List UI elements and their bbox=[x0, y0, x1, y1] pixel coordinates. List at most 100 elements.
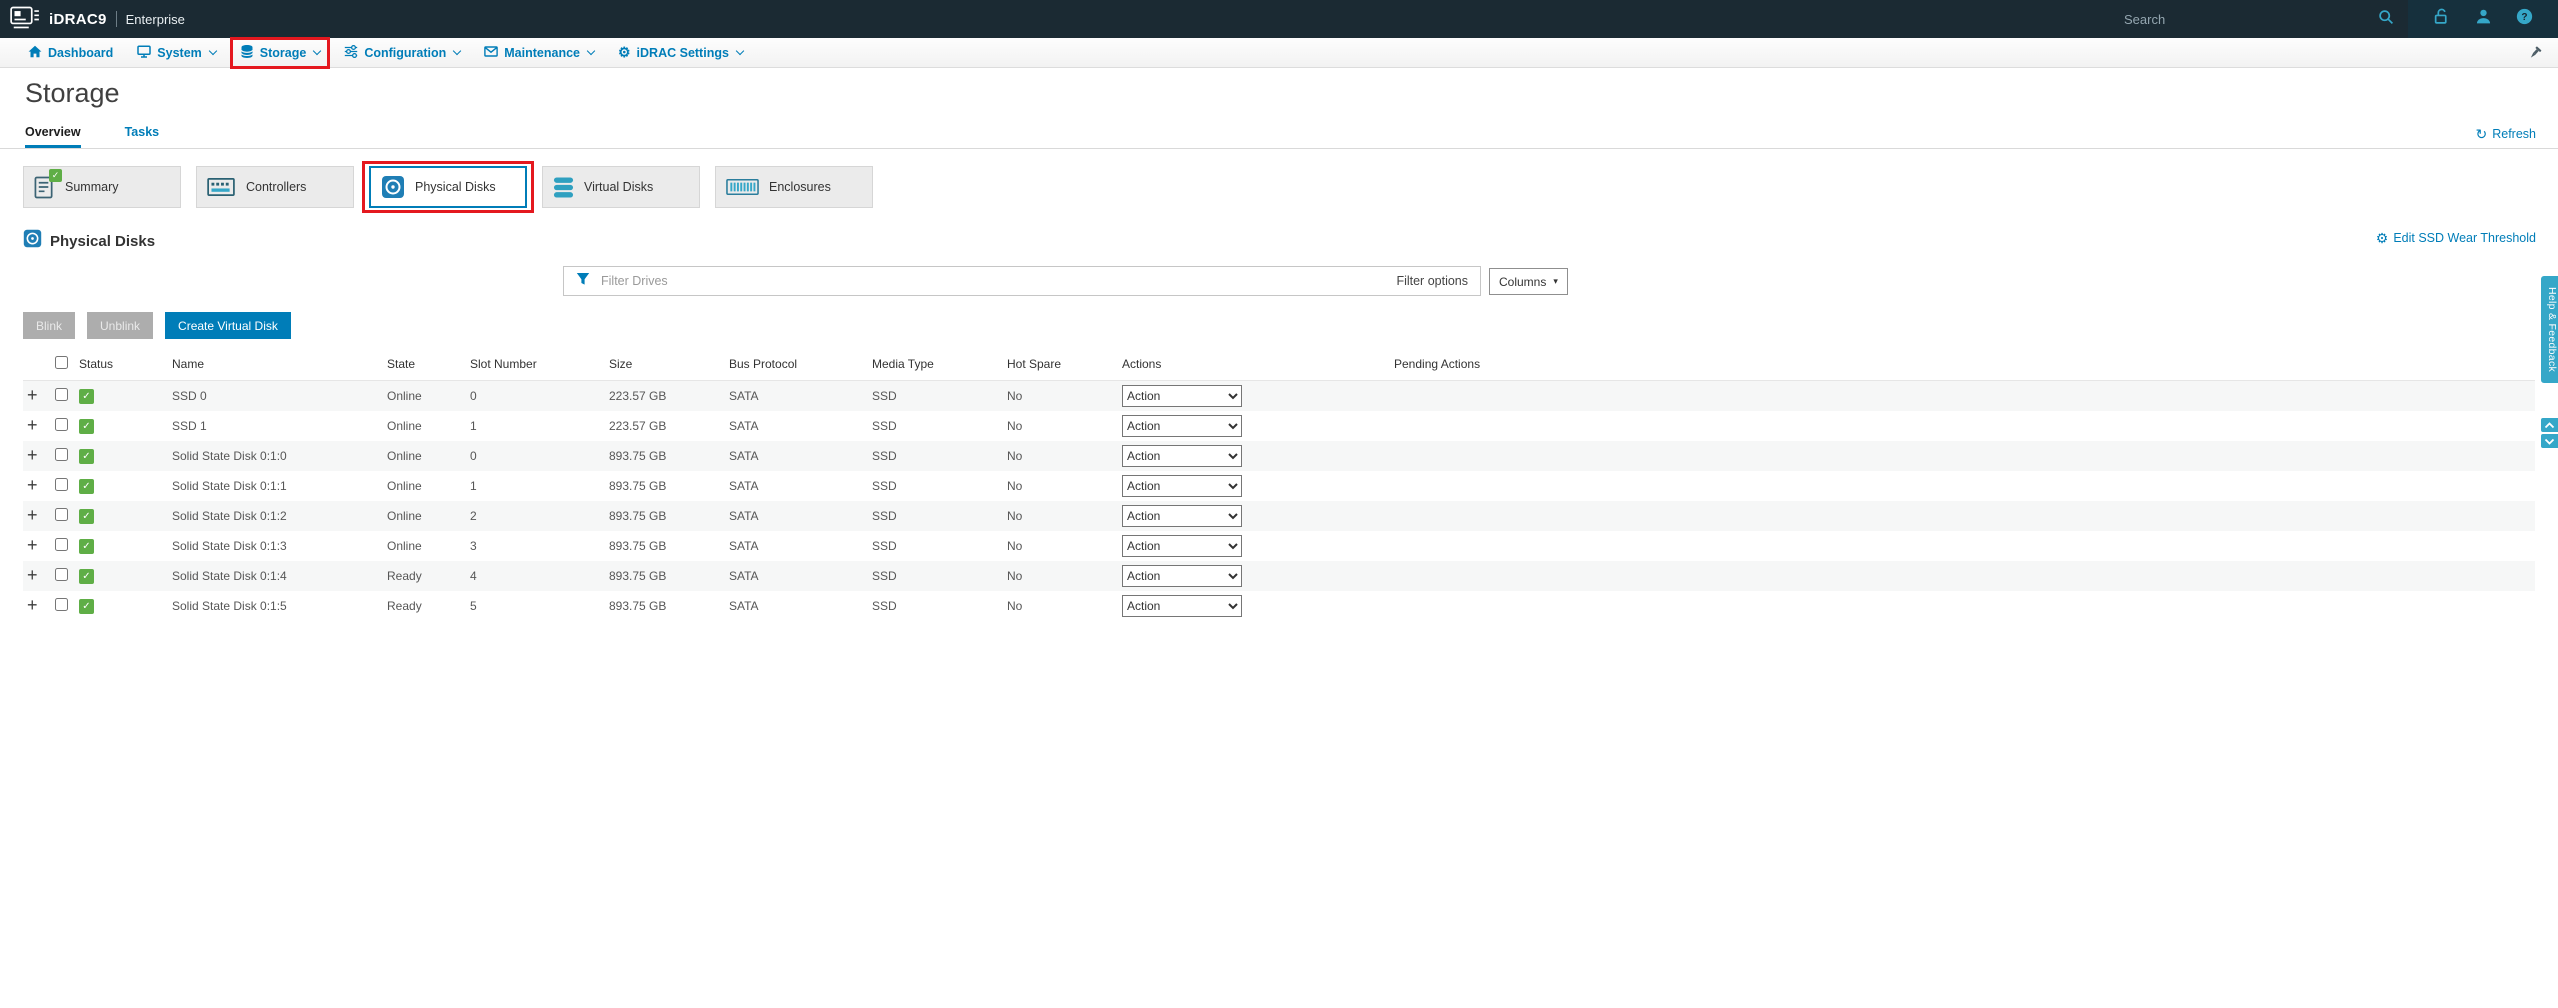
filter-options-link[interactable]: Filter options bbox=[1396, 274, 1468, 288]
card-controllers[interactable]: Controllers bbox=[196, 166, 354, 208]
create-virtual-disk-button[interactable]: Create Virtual Disk bbox=[165, 312, 291, 339]
row-action-select[interactable]: Action bbox=[1122, 535, 1242, 557]
disk-media-type: SSD bbox=[872, 569, 897, 583]
status-ok-icon: ✓ bbox=[79, 539, 94, 554]
refresh-button[interactable]: ↻ Refresh bbox=[2475, 127, 2536, 141]
status-ok-icon: ✓ bbox=[79, 509, 94, 524]
disk-slot-number: 1 bbox=[470, 479, 477, 493]
card-label: Controllers bbox=[246, 180, 307, 194]
row-checkbox[interactable] bbox=[55, 598, 68, 611]
nav-label: iDRAC Settings bbox=[636, 45, 729, 60]
row-checkbox[interactable] bbox=[55, 418, 68, 431]
scroll-down-button[interactable] bbox=[2541, 434, 2558, 448]
row-action-select[interactable]: Action bbox=[1122, 565, 1242, 587]
expand-row-icon[interactable]: + bbox=[27, 416, 38, 434]
edit-ssd-wear-threshold-link[interactable]: ⚙ Edit SSD Wear Threshold bbox=[2376, 231, 2536, 245]
topbar-icon-group: ? bbox=[2408, 0, 2558, 38]
row-checkbox[interactable] bbox=[55, 538, 68, 551]
nav-label: Dashboard bbox=[48, 45, 114, 60]
expand-row-icon[interactable]: + bbox=[27, 596, 38, 614]
search-icon[interactable] bbox=[2378, 9, 2394, 30]
nav-item-storage[interactable]: Storage bbox=[229, 36, 331, 69]
col-header-pending-actions: Pending Actions bbox=[1390, 349, 2535, 381]
col-header-name: Name bbox=[168, 349, 383, 381]
section-header: Physical Disks ⚙ Edit SSD Wear Threshold bbox=[23, 229, 2558, 253]
card-enclosures[interactable]: Enclosures bbox=[715, 166, 873, 208]
disk-hot-spare: No bbox=[1007, 539, 1023, 553]
search-input[interactable] bbox=[2122, 10, 2378, 28]
disk-state: Online bbox=[387, 509, 422, 523]
row-action-select[interactable]: Action bbox=[1122, 445, 1242, 467]
unblink-button[interactable]: Unblink bbox=[87, 312, 154, 339]
disk-media-type: SSD bbox=[872, 509, 897, 523]
nav-item-idrac-settings[interactable]: ⚙ iDRAC Settings bbox=[618, 45, 745, 60]
col-header-status: Status bbox=[75, 349, 168, 381]
expand-row-icon[interactable]: + bbox=[27, 566, 38, 584]
user-button[interactable] bbox=[2475, 8, 2492, 30]
storage-category-cards: ✓ Summary Controllers Physical Disks Vir… bbox=[23, 161, 2558, 213]
topbar: iDRAC9 Enterprise Search ? bbox=[0, 0, 2558, 38]
summary-icon: ✓ bbox=[34, 168, 62, 200]
disk-state: Ready bbox=[387, 569, 422, 583]
col-header-slot-number: Slot Number bbox=[466, 349, 605, 381]
expand-row-icon[interactable]: + bbox=[27, 446, 38, 464]
columns-label: Columns bbox=[1499, 274, 1547, 289]
nav-item-dashboard[interactable]: Dashboard bbox=[28, 45, 113, 61]
nav-item-configuration[interactable]: Configuration bbox=[344, 44, 462, 61]
idrac-logo-icon bbox=[10, 6, 40, 33]
row-checkbox[interactable] bbox=[55, 388, 68, 401]
chevron-down-icon bbox=[586, 46, 596, 56]
lock-button[interactable] bbox=[2433, 8, 2450, 30]
chevron-up-icon bbox=[2544, 421, 2555, 428]
row-checkbox[interactable] bbox=[55, 478, 68, 491]
row-action-select[interactable]: Action bbox=[1122, 415, 1242, 437]
help-button[interactable]: ? bbox=[2516, 8, 2533, 30]
row-action-select[interactable]: Action bbox=[1122, 385, 1242, 407]
card-summary[interactable]: ✓ Summary bbox=[23, 166, 181, 208]
select-all-checkbox[interactable] bbox=[55, 356, 68, 369]
row-checkbox[interactable] bbox=[55, 508, 68, 521]
scroll-up-button[interactable] bbox=[2541, 418, 2558, 432]
physical-disks-table: Status Name State Slot Number Size Bus P… bbox=[23, 349, 2535, 621]
disk-hot-spare: No bbox=[1007, 419, 1023, 433]
home-icon bbox=[28, 45, 42, 61]
tab-overview[interactable]: Overview bbox=[25, 125, 81, 148]
status-ok-icon: ✓ bbox=[79, 479, 94, 494]
row-action-select[interactable]: Action bbox=[1122, 595, 1242, 617]
filter-funnel-icon bbox=[576, 272, 590, 291]
table-row: + ✓ Solid State Disk 0:1:4 Ready 4 893.7… bbox=[23, 561, 2535, 591]
row-checkbox[interactable] bbox=[55, 568, 68, 581]
row-action-select[interactable]: Action bbox=[1122, 505, 1242, 527]
disk-slot-number: 2 bbox=[470, 509, 477, 523]
card-physical-disks[interactable]: Physical Disks bbox=[362, 161, 534, 213]
columns-dropdown[interactable]: Columns ▾ bbox=[1489, 268, 1568, 295]
disk-state: Online bbox=[387, 539, 422, 553]
tab-tasks[interactable]: Tasks bbox=[125, 125, 160, 148]
blink-button[interactable]: Blink bbox=[23, 312, 76, 339]
disk-bus-protocol: SATA bbox=[729, 599, 759, 613]
nav-item-system[interactable]: System bbox=[137, 44, 218, 61]
expand-row-icon[interactable]: + bbox=[27, 536, 38, 554]
filter-box: Filter options bbox=[563, 266, 1481, 296]
disk-bus-protocol: SATA bbox=[729, 389, 759, 403]
filter-drives-input[interactable] bbox=[599, 273, 1388, 289]
disk-media-type: SSD bbox=[872, 389, 897, 403]
row-checkbox[interactable] bbox=[55, 448, 68, 461]
pin-button[interactable] bbox=[2528, 46, 2542, 65]
expand-row-icon[interactable]: + bbox=[27, 386, 38, 404]
chevron-down-icon bbox=[208, 46, 218, 56]
disk-name: Solid State Disk 0:1:3 bbox=[172, 539, 287, 553]
card-label: Summary bbox=[65, 180, 119, 194]
disk-size: 893.75 GB bbox=[609, 509, 667, 523]
user-icon bbox=[2475, 8, 2492, 30]
expand-row-icon[interactable]: + bbox=[27, 506, 38, 524]
card-virtual-disks[interactable]: Virtual Disks bbox=[542, 166, 700, 208]
nav-item-maintenance[interactable]: Maintenance bbox=[484, 46, 596, 60]
disk-size: 223.57 GB bbox=[609, 419, 667, 433]
disk-name: Solid State Disk 0:1:4 bbox=[172, 569, 287, 583]
expand-row-icon[interactable]: + bbox=[27, 476, 38, 494]
help-feedback-tab[interactable]: Help & Feedback bbox=[2541, 276, 2558, 384]
row-action-select[interactable]: Action bbox=[1122, 475, 1242, 497]
refresh-label: Refresh bbox=[2492, 127, 2536, 141]
disk-size: 893.75 GB bbox=[609, 479, 667, 493]
